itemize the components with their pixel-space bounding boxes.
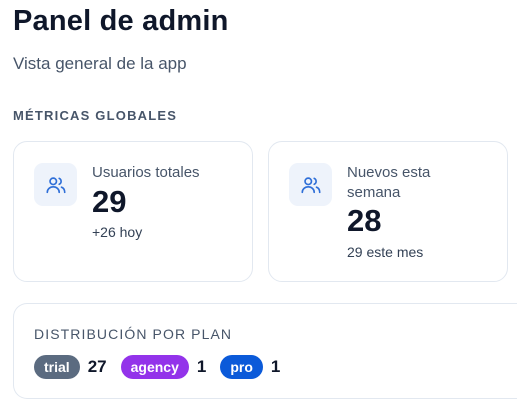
plan-count-agency: 1 <box>196 357 207 376</box>
plan-count-pro: 1 <box>270 357 281 376</box>
page-title: Panel de admin <box>13 5 229 37</box>
plan-badge-agency: agency <box>120 355 189 379</box>
metric-label: Usuarios totales <box>92 164 200 181</box>
plan-distribution-card: DISTRIBUCIÓN POR PLAN trial 27 agency 1 … <box>13 303 517 399</box>
plan-badge-pro: pro <box>220 355 263 379</box>
plan-distribution-title: DISTRIBUCIÓN POR PLAN <box>34 326 233 342</box>
metric-card-total-users: Usuarios totales 29 +26 hoy <box>13 141 253 282</box>
metric-value: 29 <box>92 184 127 219</box>
plan-badges-row: trial 27 agency 1 pro 1 <box>34 355 294 379</box>
metric-label: Nuevos esta semana <box>347 164 431 201</box>
page-subtitle: Vista general de la app <box>13 54 187 73</box>
metric-subtext: 29 este mes <box>347 244 424 260</box>
plan-badge-trial: trial <box>34 355 80 379</box>
metrics-section-title: MÉTRICAS GLOBALES <box>13 108 178 123</box>
plan-count-trial: 27 <box>87 357 107 376</box>
admin-dashboard: Panel de admin Vista general de la app M… <box>0 0 517 417</box>
users-icon <box>34 163 77 206</box>
metric-subtext: +26 hoy <box>92 224 143 240</box>
metric-value: 28 <box>347 203 382 238</box>
metric-card-new-this-week: Nuevos esta semana 28 29 este mes <box>268 141 508 282</box>
users-icon <box>289 163 332 206</box>
